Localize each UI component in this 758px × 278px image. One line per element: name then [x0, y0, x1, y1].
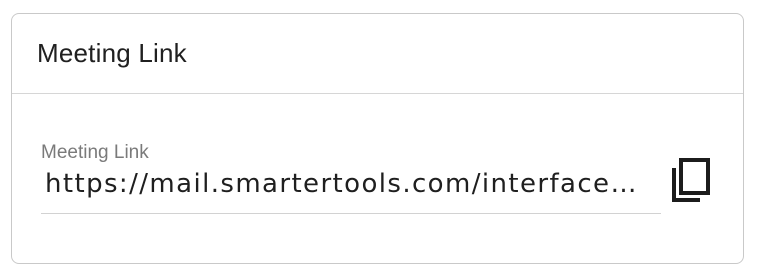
- card-title: Meeting Link: [37, 38, 187, 68]
- card-header: Meeting Link: [12, 14, 743, 94]
- copy-icon: [672, 158, 710, 202]
- card-body: Meeting Link https://mail.smartertools.c…: [12, 94, 743, 264]
- copy-link-button[interactable]: [668, 154, 714, 206]
- meeting-link-label: Meeting Link: [41, 142, 149, 163]
- meeting-link-card: Meeting Link Meeting Link https://mail.s…: [11, 13, 744, 264]
- meeting-link-value[interactable]: https://mail.smartertools.com/interface/…: [45, 166, 645, 202]
- meeting-link-field[interactable]: Meeting Link https://mail.smartertools.c…: [41, 142, 661, 214]
